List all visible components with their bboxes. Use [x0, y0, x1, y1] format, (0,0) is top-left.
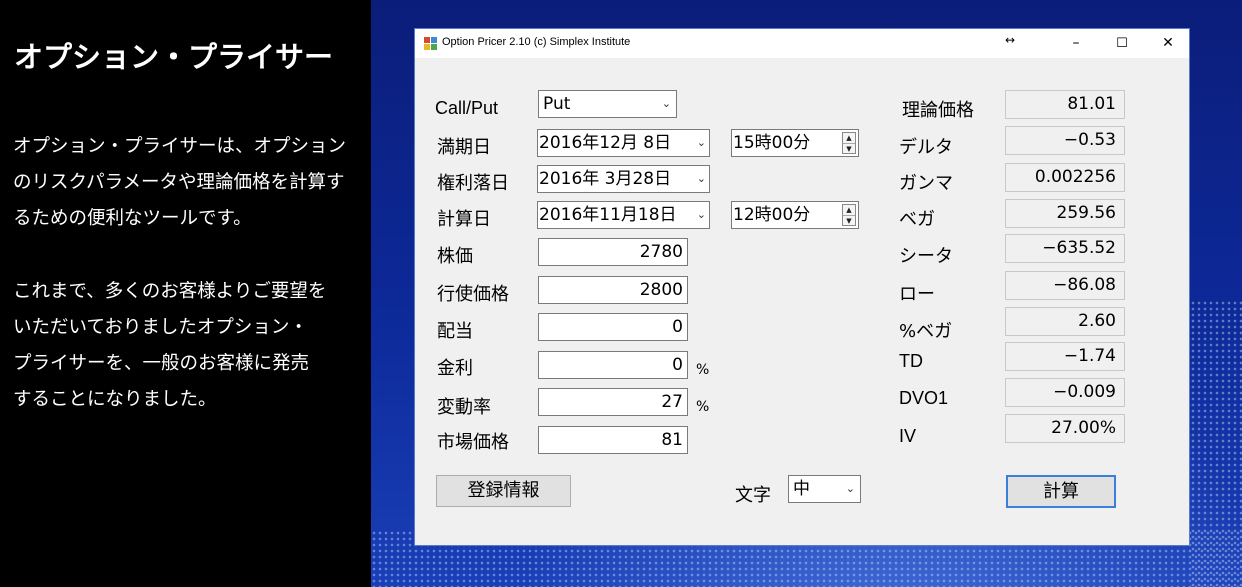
vol-input[interactable]: 27 — [538, 388, 688, 416]
expiry-date-picker[interactable]: 2016年12月 8日 ⌄ — [537, 129, 710, 157]
exdiv-date-value: 2016年 3月28日 — [539, 169, 672, 189]
td-value: −1.74 — [1005, 342, 1125, 371]
expiry-label: 満期日 — [437, 137, 491, 158]
promo-line: プライサーを、一般のお客様に発売 — [13, 353, 310, 374]
promo-title: オプション・プライサー — [14, 40, 334, 74]
iv-label: IV — [899, 426, 917, 446]
chevron-down-icon: ⌄ — [845, 482, 855, 495]
promo-line: オプション・プライサーは、オプション — [13, 136, 347, 157]
rate-unit: % — [696, 362, 710, 378]
resize-cursor-icon: ↔ — [1005, 33, 1016, 47]
register-info-button[interactable]: 登録情報 — [436, 475, 571, 507]
expiry-time-value: 15時00分 — [733, 133, 811, 153]
rho-value: −86.08 — [1005, 271, 1125, 300]
vol-label: 変動率 — [437, 397, 491, 418]
calcdate-label: 計算日 — [437, 209, 491, 230]
rate-input[interactable]: 0 — [538, 351, 688, 379]
maximize-button[interactable]: ☐ — [1099, 29, 1145, 58]
title-bar[interactable]: Option Pricer 2.10 (c) Simplex Institute… — [415, 29, 1189, 58]
background-dots — [1190, 300, 1242, 587]
option-pricer-window: Option Pricer 2.10 (c) Simplex Institute… — [414, 28, 1190, 546]
chevron-down-icon: ⌄ — [696, 172, 706, 185]
font-size-label: 文字 — [735, 485, 771, 506]
spinner-arrows-icon[interactable]: ▲ ▼ — [842, 204, 856, 226]
calcdate-date-picker[interactable]: 2016年11月18日 ⌄ — [537, 201, 710, 229]
promo-line: することになりました。 — [13, 389, 217, 410]
theta-label: シータ — [899, 246, 953, 267]
theoretical-price-value: 81.01 — [1005, 90, 1125, 119]
promo-line: るための便利なツールです。 — [13, 208, 252, 229]
exdiv-date-picker[interactable]: 2016年 3月28日 ⌄ — [537, 165, 710, 193]
spinner-arrows-icon[interactable]: ▲ ▼ — [842, 132, 856, 154]
pct-vega-value: 2.60 — [1005, 307, 1125, 336]
market-price-input[interactable]: 81 — [538, 426, 688, 454]
promo-line: のリスクパラメータや理論価格を計算す — [13, 172, 345, 193]
callput-value: Put — [543, 94, 571, 114]
app-icon — [424, 37, 437, 50]
theoretical-price-label: 理論価格 — [902, 100, 974, 121]
pct-vega-label: %ベガ — [899, 321, 953, 342]
iv-value: 27.00% — [1005, 414, 1125, 443]
delta-label: デルタ — [899, 137, 953, 158]
dividend-label: 配当 — [437, 321, 473, 342]
vega-label: ベガ — [899, 209, 935, 230]
strike-label: 行使価格 — [437, 284, 509, 305]
callput-label: Call/Put — [435, 98, 499, 118]
window-title: Option Pricer 2.10 (c) Simplex Institute — [442, 36, 631, 48]
calcdate-date-value: 2016年11月18日 — [539, 205, 677, 225]
exdiv-label: 権利落日 — [437, 173, 509, 194]
rate-label: 金利 — [437, 358, 473, 379]
dvo1-label: DVO1 — [899, 388, 949, 408]
calcdate-time-value: 12時00分 — [733, 205, 811, 225]
td-label: TD — [899, 351, 923, 371]
chevron-down-icon: ⌄ — [696, 136, 706, 149]
strike-input[interactable]: 2800 — [538, 276, 688, 304]
promo-line: いただいておりましたオプション・ — [13, 317, 308, 338]
callput-select[interactable]: Put ⌄ — [538, 90, 677, 118]
minimize-button[interactable]: – — [1053, 29, 1099, 58]
calculate-button[interactable]: 計算 — [1006, 475, 1116, 508]
expiry-time-spinner[interactable]: 15時00分 ▲ ▼ — [731, 129, 859, 157]
vega-value: 259.56 — [1005, 199, 1125, 228]
chevron-down-icon: ⌄ — [661, 97, 671, 110]
promo-line: これまで、多くのお客様よりご要望を — [13, 281, 327, 302]
close-button[interactable]: ✕ — [1145, 29, 1191, 58]
dividend-input[interactable]: 0 — [538, 313, 688, 341]
spot-label: 株価 — [437, 246, 473, 267]
font-size-value: 中 — [793, 479, 810, 499]
rho-label: ロー — [899, 284, 935, 305]
calcdate-time-spinner[interactable]: 12時00分 ▲ ▼ — [731, 201, 859, 229]
delta-value: −0.53 — [1005, 126, 1125, 155]
expiry-date-value: 2016年12月 8日 — [539, 133, 672, 153]
theta-value: −635.52 — [1005, 234, 1125, 263]
gamma-value: 0.002256 — [1005, 163, 1125, 192]
market-label: 市場価格 — [437, 432, 509, 453]
spot-input[interactable]: 2780 — [538, 238, 688, 266]
dvo1-value: −0.009 — [1005, 378, 1125, 407]
vol-unit: % — [696, 399, 710, 415]
chevron-down-icon: ⌄ — [696, 208, 706, 221]
font-size-select[interactable]: 中 ⌄ — [788, 475, 861, 503]
gamma-label: ガンマ — [899, 173, 953, 194]
